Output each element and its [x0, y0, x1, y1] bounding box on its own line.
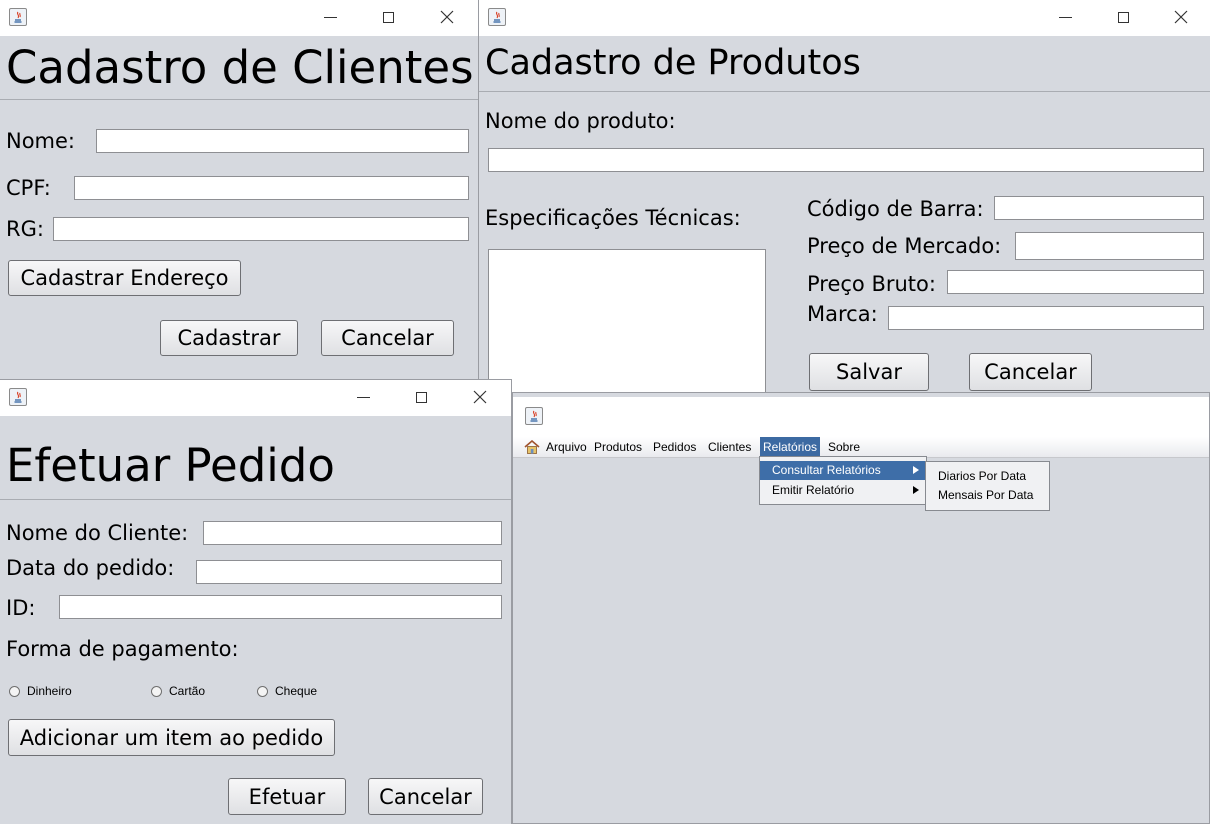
preco-bruto-field[interactable] — [947, 270, 1204, 294]
radio-cheque[interactable]: Cheque — [257, 684, 317, 698]
cpf-field[interactable] — [74, 176, 469, 200]
produtos-titlebar[interactable] — [479, 0, 1210, 36]
pedido-title: Efetuar Pedido — [6, 439, 335, 492]
cadastrar-endereco-button[interactable]: Cadastrar Endereço — [8, 260, 241, 296]
menu-item-mensais[interactable]: Mensais Por Data — [926, 486, 1049, 505]
pedido-window: Efetuar Pedido Nome do Cliente: Data do … — [0, 379, 512, 824]
clientes-window: Cadastro de Clientes Nome: CPF: RG: Cada… — [0, 0, 478, 380]
clientes-title: Cadastro de Clientes — [6, 41, 474, 94]
close-icon — [440, 10, 454, 24]
preco-mercado-label: Preço de Mercado: — [807, 234, 1002, 258]
pedido-titlebar[interactable] — [0, 380, 511, 416]
submenu-arrow-icon — [913, 466, 919, 474]
menu-produtos[interactable]: Produtos — [594, 440, 642, 454]
minimize-button[interactable] — [1053, 6, 1077, 28]
menu-clientes[interactable]: Clientes — [708, 440, 751, 454]
marca-label: Marca: — [807, 302, 878, 326]
maximize-button[interactable] — [409, 386, 433, 408]
codigo-barra-label: Código de Barra: — [807, 197, 984, 221]
close-icon — [473, 390, 487, 404]
menu-arquivo[interactable]: Arquivo — [546, 440, 587, 454]
cancelar-button[interactable]: Cancelar — [321, 320, 454, 356]
submenu-arrow-icon — [913, 486, 919, 494]
radio-label: Cartão — [169, 684, 206, 698]
id-field[interactable] — [59, 595, 502, 619]
radio-circle[interactable] — [257, 685, 268, 697]
rg-field[interactable] — [53, 217, 469, 241]
close-icon — [1174, 10, 1188, 24]
nome-label: Nome: — [6, 129, 76, 153]
preco-mercado-field[interactable] — [1015, 232, 1204, 260]
menu-sobre[interactable]: Sobre — [828, 440, 860, 454]
minimize-button[interactable] — [351, 386, 375, 408]
menu-item-emitir-relatorio[interactable]: Emitir Relatório — [760, 481, 926, 500]
menubar: Arquivo Produtos Pedidos Clientes Relató… — [513, 437, 1209, 458]
nome-produto-label: Nome do produto: — [485, 109, 676, 133]
data-pedido-label: Data do pedido: — [6, 556, 175, 580]
radio-label: Dinheiro — [27, 684, 72, 698]
title-divider — [0, 99, 478, 100]
java-icon — [9, 388, 27, 406]
menu-item-diarios[interactable]: Diarios Por Data — [926, 467, 1049, 486]
radio-dinheiro[interactable]: Dinheiro — [9, 684, 72, 698]
close-button[interactable] — [435, 6, 459, 28]
radio-circle[interactable] — [9, 685, 20, 697]
radio-cartao[interactable]: Cartão — [151, 684, 205, 698]
forma-pagamento-label: Forma de pagamento: — [6, 637, 239, 661]
menu-item-label: Consultar Relatórios — [772, 463, 881, 477]
close-button[interactable] — [468, 386, 492, 408]
produtos-title: Cadastro de Produtos — [485, 43, 861, 83]
maximize-button[interactable] — [376, 6, 400, 28]
title-divider — [0, 499, 511, 500]
nome-cliente-label: Nome do Cliente: — [6, 521, 189, 545]
salvar-button[interactable]: Salvar — [809, 353, 929, 391]
adicionar-item-button[interactable]: Adicionar um item ao pedido — [8, 719, 335, 756]
home-icon — [524, 439, 540, 458]
java-icon — [525, 407, 543, 425]
consultar-submenu: Diarios Por Data Mensais Por Data — [925, 461, 1050, 511]
minimize-button[interactable] — [318, 6, 342, 28]
produtos-window: Cadastro de Produtos Nome do produto: Es… — [478, 0, 1210, 392]
maximize-button[interactable] — [1111, 6, 1135, 28]
relatorios-menu: Consultar Relatórios Emitir Relatório — [759, 456, 927, 505]
close-button[interactable] — [1169, 6, 1193, 28]
nome-produto-field[interactable] — [488, 148, 1204, 172]
cancelar-button[interactable]: Cancelar — [368, 778, 483, 815]
data-pedido-field[interactable] — [196, 560, 502, 584]
rg-label: RG: — [6, 217, 44, 241]
especificacoes-textarea[interactable] — [488, 249, 766, 392]
java-icon — [9, 8, 27, 26]
cadastrar-button[interactable]: Cadastrar — [160, 320, 298, 356]
java-icon — [488, 8, 506, 26]
title-divider — [479, 91, 1210, 92]
marca-field[interactable] — [888, 306, 1204, 330]
especificacoes-label: Especificações Técnicas: — [485, 206, 741, 230]
menu-item-label: Emitir Relatório — [772, 483, 855, 497]
menu-item-consultar-relatorios[interactable]: Consultar Relatórios — [760, 461, 926, 480]
menu-pedidos[interactable]: Pedidos — [653, 440, 696, 454]
menu-relatorios[interactable]: Relatórios — [760, 437, 821, 457]
main-titlebar[interactable] — [513, 397, 1209, 437]
radio-label: Cheque — [275, 684, 318, 698]
nome-cliente-field[interactable] — [203, 521, 502, 545]
efetuar-button[interactable]: Efetuar — [228, 778, 346, 815]
id-label: ID: — [6, 596, 36, 620]
cancelar-button[interactable]: Cancelar — [969, 353, 1092, 391]
clientes-titlebar[interactable] — [0, 0, 478, 36]
codigo-barra-field[interactable] — [994, 196, 1204, 220]
cpf-label: CPF: — [6, 176, 51, 200]
radio-circle[interactable] — [151, 685, 162, 697]
nome-field[interactable] — [96, 129, 469, 153]
preco-bruto-label: Preço Bruto: — [807, 272, 936, 296]
